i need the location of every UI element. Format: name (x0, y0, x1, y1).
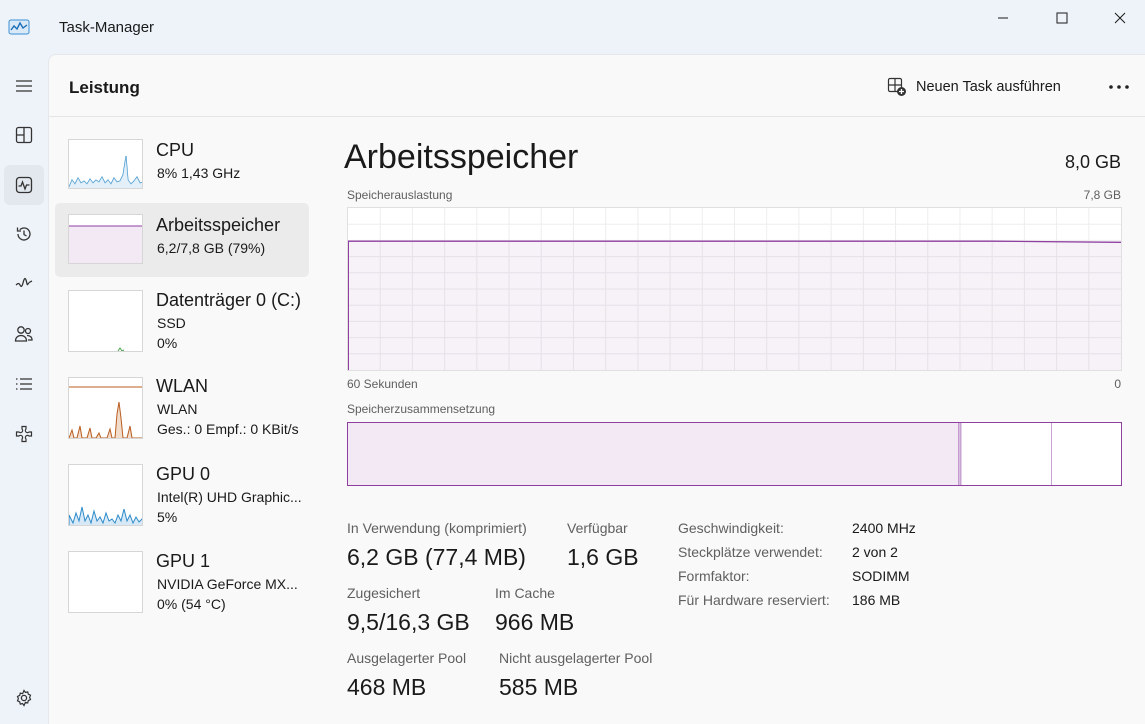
speed-value: 2400 MHz (852, 520, 916, 536)
usage-chart-max: 7,8 GB (1083, 188, 1121, 202)
perf-item-detail: 6,2/7,8 GB (79%) (157, 240, 266, 256)
available-value: 1,6 GB (567, 544, 639, 570)
minimize-icon (998, 17, 1008, 19)
hamburger-menu-icon (16, 80, 32, 92)
x-axis-left-label: 60 Sekunden (347, 377, 418, 391)
details-icon (16, 378, 32, 390)
hamburger-menu-button[interactable] (4, 66, 44, 106)
form-factor-label: Formfaktor: (678, 568, 750, 584)
maximize-button[interactable] (1039, 4, 1085, 32)
perf-item-detail: Ges.: 0 Empf.: 0 KBit/s (157, 421, 299, 437)
perf-item-name: GPU 0 (156, 464, 211, 484)
hardware-reserved-label: Für Hardware reserviert: (678, 592, 830, 608)
committed-label: Zugesichert (347, 585, 421, 601)
perf-item-wlan[interactable]: WLAN WLAN Ges.: 0 Empf.: 0 KBit/s (55, 365, 309, 439)
minimize-button[interactable] (980, 4, 1026, 32)
perf-item-name: CPU (156, 140, 195, 160)
window-title: Task-Manager (59, 19, 155, 36)
maximize-icon (1056, 12, 1068, 24)
run-new-task-button[interactable]: Neuen Task ausführen (887, 74, 1061, 100)
nav-processes[interactable] (4, 115, 44, 155)
perf-item-name: GPU 1 (156, 551, 211, 571)
composition-in-use (348, 423, 959, 485)
nav-app-history[interactable] (4, 214, 44, 254)
new-task-icon (887, 77, 906, 96)
perf-item-cpu[interactable]: CPU 8% 1,43 GHz (55, 127, 309, 201)
close-button[interactable] (1097, 4, 1143, 32)
perf-item-gpu0[interactable]: GPU 0 Intel(R) UHD Graphic... 5% (55, 453, 309, 527)
page-title: Leistung (69, 78, 140, 97)
perf-item-name: Arbeitsspeicher (156, 215, 281, 235)
nonpaged-pool-label: Nicht ausgelagerter Pool (499, 650, 653, 666)
memory-composition-bar (347, 422, 1122, 486)
perf-item-disk[interactable]: Datenträger 0 (C:) SSD 0% (55, 279, 309, 353)
memory-mini-graph (68, 214, 143, 264)
usage-chart-label: Speicherauslastung (347, 188, 453, 202)
nav-users[interactable] (4, 314, 44, 354)
perf-item-detail: 0% (54 °C) (157, 596, 226, 612)
gpu1-mini-graph (68, 551, 143, 613)
nonpaged-pool-value: 585 MB (499, 674, 579, 700)
perf-item-gpu1[interactable]: GPU 1 NVIDIA GeForce MX... 0% (54 °C) (55, 540, 309, 614)
performance-icon (15, 176, 33, 194)
wlan-mini-graph (68, 377, 143, 439)
speed-label: Geschwindigkeit: (678, 520, 784, 536)
nav-performance[interactable] (4, 165, 44, 205)
usage-area (348, 241, 1121, 370)
perf-item-detail: NVIDIA GeForce MX... (157, 576, 298, 592)
settings-icon (16, 689, 32, 707)
nav-details[interactable] (4, 364, 44, 404)
users-icon (14, 326, 33, 342)
paged-pool-label: Ausgelagerter Pool (347, 650, 467, 666)
app-history-icon (16, 227, 31, 241)
perf-item-detail: WLAN (157, 401, 198, 417)
run-new-task-label: Neuen Task ausführen (916, 79, 1061, 95)
gpu0-mini-graph (68, 464, 143, 526)
more-options-icon (1109, 85, 1129, 89)
content-pane: Leistung Neuen Task ausführen CPU 8% 1,4… (48, 54, 1145, 724)
perf-item-name: Datenträger 0 (C:) (156, 290, 302, 310)
in-use-label: In Verwendung (komprimiert) (347, 520, 527, 536)
processes-icon (15, 126, 33, 144)
perf-item-name: WLAN (156, 376, 209, 396)
slots-label: Steckplätze verwendet: (678, 544, 823, 560)
memory-total: 8,0 GB (1064, 152, 1121, 172)
perf-item-detail: Intel(R) UHD Graphic... (157, 489, 302, 505)
cpu-mini-graph (68, 139, 143, 189)
form-factor-value: SODIMM (852, 568, 910, 584)
navigation-rail (0, 54, 48, 724)
perf-item-detail: SSD (157, 315, 186, 331)
cached-label: Im Cache (495, 585, 555, 601)
startup-apps-icon (15, 277, 33, 287)
perf-item-detail: 5% (157, 509, 178, 525)
composition-label: Speicherzusammensetzung (347, 402, 496, 416)
task-manager-icon (8, 18, 30, 36)
nav-startup-apps[interactable] (4, 264, 44, 304)
perf-item-detail: 0% (157, 335, 178, 351)
nav-settings[interactable] (4, 678, 44, 718)
committed-value: 9,5/16,3 GB (347, 609, 470, 635)
x-axis-right-label: 0 (1114, 377, 1121, 391)
more-options-button[interactable] (1105, 75, 1133, 99)
slots-value: 2 von 2 (852, 544, 898, 560)
disk-mini-graph (68, 290, 143, 352)
cached-value: 966 MB (495, 609, 575, 635)
memory-usage-chart (347, 207, 1122, 371)
perf-item-detail: 8% 1,43 GHz (157, 165, 241, 181)
in-use-value: 6,2 GB (77,4 MB) (347, 544, 526, 570)
hardware-reserved-value: 186 MB (852, 592, 901, 608)
services-icon (15, 425, 33, 443)
detail-title: Arbeitsspeicher (344, 138, 579, 176)
page-header: Leistung Neuen Task ausführen (49, 55, 1145, 117)
title-bar: Task-Manager (0, 0, 1145, 54)
nav-services[interactable] (4, 414, 44, 454)
perf-item-memory[interactable]: Arbeitsspeicher 6,2/7,8 GB (79%) (55, 203, 309, 277)
available-label: Verfügbar (567, 520, 628, 536)
paged-pool-value: 468 MB (347, 674, 427, 700)
close-icon (1114, 12, 1126, 24)
